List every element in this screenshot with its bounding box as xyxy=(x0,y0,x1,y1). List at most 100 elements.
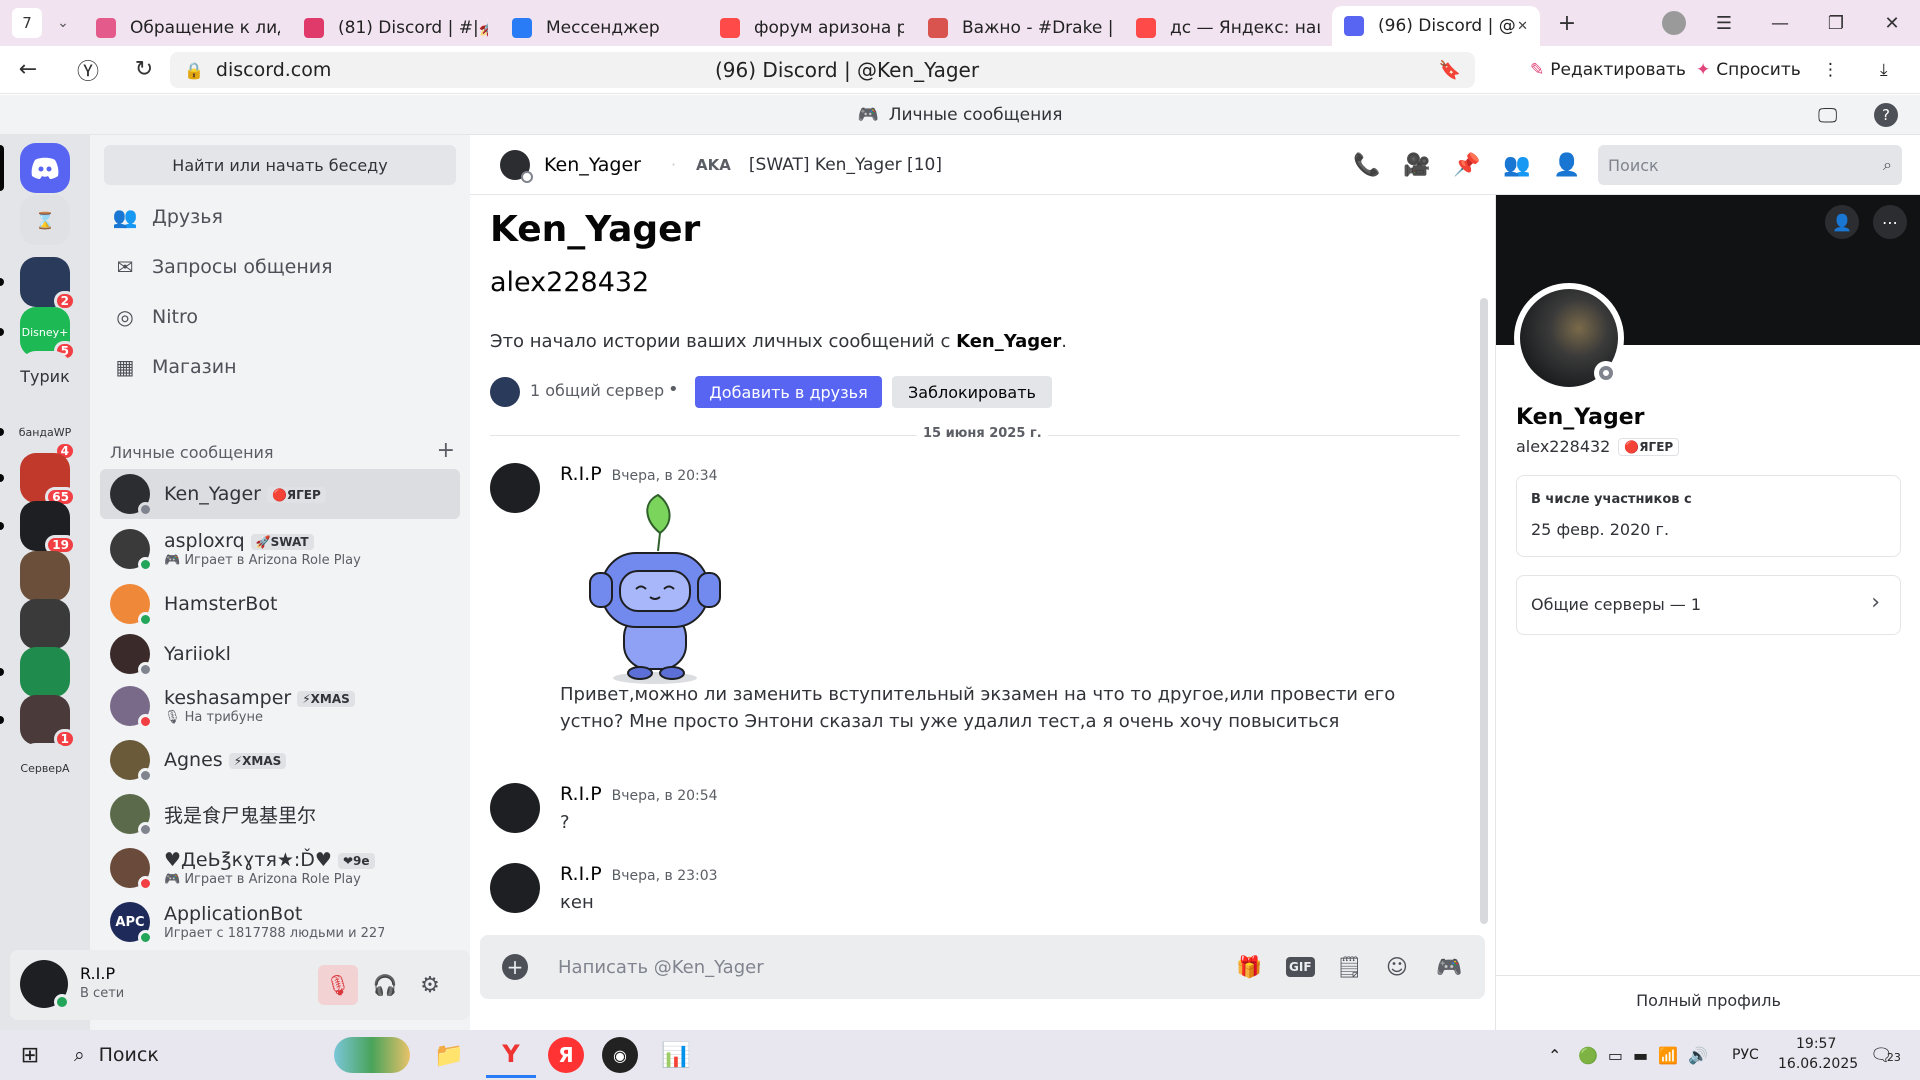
nav-item[interactable]: ▦ Магазин xyxy=(100,345,460,389)
clan-tag[interactable]: ⚡XMAS xyxy=(297,690,355,707)
notifications-icon[interactable]: 🗨23 xyxy=(1870,1045,1901,1066)
language-indicator[interactable]: РУС xyxy=(1732,1047,1759,1063)
reload-icon[interactable]: ↻ xyxy=(124,57,164,82)
settings-gear-icon[interactable]: ⚙ xyxy=(410,965,450,1005)
close-icon[interactable]: ✕ xyxy=(1864,0,1920,46)
gif-icon[interactable]: GIF xyxy=(1286,957,1315,977)
dm-item[interactable]: 我是食尸鬼基里尔 xyxy=(100,789,460,839)
menu-icon[interactable]: ☰ xyxy=(1696,0,1752,46)
message-author[interactable]: R.I.P xyxy=(560,783,602,805)
dm-item[interactable]: ♥ДеЬ℥кɣтя★:Ď♥ ❤9e 🎮 Играет в Arizona Role … xyxy=(100,843,460,893)
server-icon[interactable]: Турик xyxy=(20,351,70,401)
add-friend-button[interactable]: Добавить в друзья xyxy=(695,376,882,408)
user-profile-icon[interactable]: 👤 xyxy=(1553,153,1580,178)
nav-item[interactable]: 👥 Друзья xyxy=(100,195,460,239)
browser-tab[interactable]: Важно - #Drake | Пр xyxy=(916,10,1124,46)
dm-item[interactable]: keshasamper ⚡XMAS 🎙 На трибуне xyxy=(100,681,460,731)
clock-date[interactable]: 16.06.2025 xyxy=(1778,1056,1858,1072)
inbox-icon[interactable]: 🖵 xyxy=(1818,103,1837,127)
browser-tab[interactable]: Обращение к лидер xyxy=(84,10,292,46)
add-friends-to-dm-icon[interactable]: 👥 xyxy=(1503,153,1530,178)
clan-tag[interactable]: 🔴ЯГЕР xyxy=(266,486,326,503)
yandex-icon[interactable]: Я xyxy=(548,1037,584,1073)
server-icon[interactable]: бандаWP 4 xyxy=(19,407,76,461)
edit-button[interactable]: ✎ Редактировать xyxy=(1530,53,1686,87)
yandex-icon[interactable]: Ⓨ xyxy=(68,54,108,86)
browser-tab[interactable]: (81) Discord | #|🚀· xyxy=(292,10,500,46)
attach-plus-icon[interactable]: + xyxy=(502,954,528,980)
block-button[interactable]: Заблокировать xyxy=(892,376,1052,408)
message-author[interactable]: R.I.P xyxy=(560,863,602,885)
browser-tab[interactable]: (96) Discord | @K ✕ xyxy=(1332,6,1540,46)
server-icon[interactable]: 65 xyxy=(20,453,76,507)
clock-time[interactable]: 19:57 xyxy=(1796,1036,1836,1052)
full-profile-link[interactable]: Полный профиль xyxy=(1496,991,1920,1010)
activities-icon[interactable]: 🎮 xyxy=(1436,955,1462,980)
minimize-icon[interactable]: — xyxy=(1752,0,1808,46)
restore-icon[interactable]: ❐ xyxy=(1808,0,1864,46)
headphones-icon[interactable]: 🎧 xyxy=(365,965,405,1005)
mutual-server-avatar[interactable] xyxy=(490,377,520,407)
tab-count-button[interactable]: 7 xyxy=(12,8,42,38)
server-icon[interactable]: 1 xyxy=(20,695,76,749)
tray-apps-icons[interactable]: 🟢▭▬📶🔊 xyxy=(1578,1046,1718,1065)
chart-app-icon[interactable]: 📊 xyxy=(656,1041,696,1069)
server-icon[interactable]: СерверА xyxy=(20,743,70,793)
server-icon[interactable] xyxy=(20,551,70,601)
sticker-icon[interactable]: 🗒 xyxy=(1336,955,1363,980)
message-avatar[interactable] xyxy=(490,783,540,833)
gift-icon[interactable]: 🎁 xyxy=(1236,955,1262,980)
profile-avatar[interactable] xyxy=(1514,283,1624,393)
help-icon[interactable]: ? xyxy=(1874,102,1898,127)
browser-tab[interactable]: форум аризона рп з xyxy=(708,10,916,46)
user-name[interactable]: R.I.P xyxy=(80,964,115,983)
dm-item[interactable]: Ken_Yager 🔴ЯГЕР xyxy=(100,469,460,519)
mutual-servers-card[interactable]: Общие серверы — 1 › xyxy=(1516,575,1901,635)
clan-tag[interactable]: 🔴ЯГЕР xyxy=(1618,437,1680,456)
url-field[interactable]: 🔒 discord.com (96) Discord | @Ken_Yager … xyxy=(170,52,1475,88)
message-avatar[interactable] xyxy=(490,863,540,913)
server-icon[interactable] xyxy=(20,599,70,649)
add-friend-icon[interactable]: 👤 xyxy=(1825,205,1859,239)
emoji-icon[interactable]: ☺ xyxy=(1386,955,1408,979)
server-icon[interactable]: Disney+ 5 xyxy=(20,307,76,361)
dm-item[interactable]: Yariiokl xyxy=(100,629,460,679)
avatar[interactable] xyxy=(20,960,70,1010)
app-bot-icon[interactable]: ◉ xyxy=(602,1037,638,1073)
voice-call-icon[interactable]: 📞 xyxy=(1353,153,1380,178)
server-icon[interactable]: 19 xyxy=(20,501,76,555)
find-conversation-button[interactable]: Найти или начать беседу xyxy=(104,145,456,185)
browser-tab[interactable]: Мессенджер xyxy=(500,10,708,46)
new-tab-button[interactable]: + xyxy=(1550,6,1584,40)
clan-tag[interactable]: ⚡XMAS xyxy=(228,752,287,769)
taskbar-search[interactable]: ⌕ Поиск xyxy=(60,1035,410,1075)
create-dm-button[interactable]: + xyxy=(437,440,455,462)
dm-item[interactable]: Agnes ⚡XMAS xyxy=(100,735,460,785)
tray-chevron-icon[interactable]: ⌃ xyxy=(1548,1046,1561,1065)
pinned-messages-icon[interactable]: 📌 xyxy=(1453,153,1480,178)
message-input[interactable]: Написать @Ken_Yager xyxy=(558,957,1198,978)
discord-home-button[interactable] xyxy=(20,143,70,193)
browser-tab[interactable]: дс — Яндекс: нашло xyxy=(1124,10,1332,46)
dm-item[interactable]: asploxrq 🚀SWAT 🎮 Играет в Arizona Role Pla… xyxy=(100,524,460,574)
profile-icon[interactable] xyxy=(1646,0,1702,46)
server-icon[interactable] xyxy=(20,647,70,697)
nav-item[interactable]: ✉ Запросы общения xyxy=(100,245,460,289)
video-call-icon[interactable]: 🎥 xyxy=(1403,153,1430,178)
windows-start-icon[interactable]: ⊞ xyxy=(0,1043,60,1068)
server-icon[interactable]: ⌛ xyxy=(20,195,70,245)
download-icon[interactable]: ⤓ xyxy=(1880,53,1888,87)
more-icon[interactable]: ⋮ xyxy=(1822,53,1839,87)
clan-tag[interactable]: 🚀SWAT xyxy=(250,533,314,550)
yandex-browser-icon[interactable]: Y xyxy=(486,1032,536,1078)
chat-header-avatar[interactable] xyxy=(500,149,533,183)
mutual-server-count[interactable]: 1 общий сервер xyxy=(530,381,664,400)
tab-list-chevron-icon[interactable]: ⌄ xyxy=(48,15,78,31)
message-avatar[interactable] xyxy=(490,463,540,513)
dm-item[interactable]: APC ApplicationBot Играет с 1817788 людьми… xyxy=(100,897,460,947)
chat-header-name[interactable]: Ken_Yager xyxy=(544,154,641,176)
more-options-icon[interactable]: ⋯ xyxy=(1873,205,1907,239)
tab-close-icon[interactable]: ✕ xyxy=(1517,19,1528,34)
clan-tag[interactable]: ❤9e xyxy=(337,852,375,869)
message-author[interactable]: R.I.P xyxy=(560,463,602,485)
